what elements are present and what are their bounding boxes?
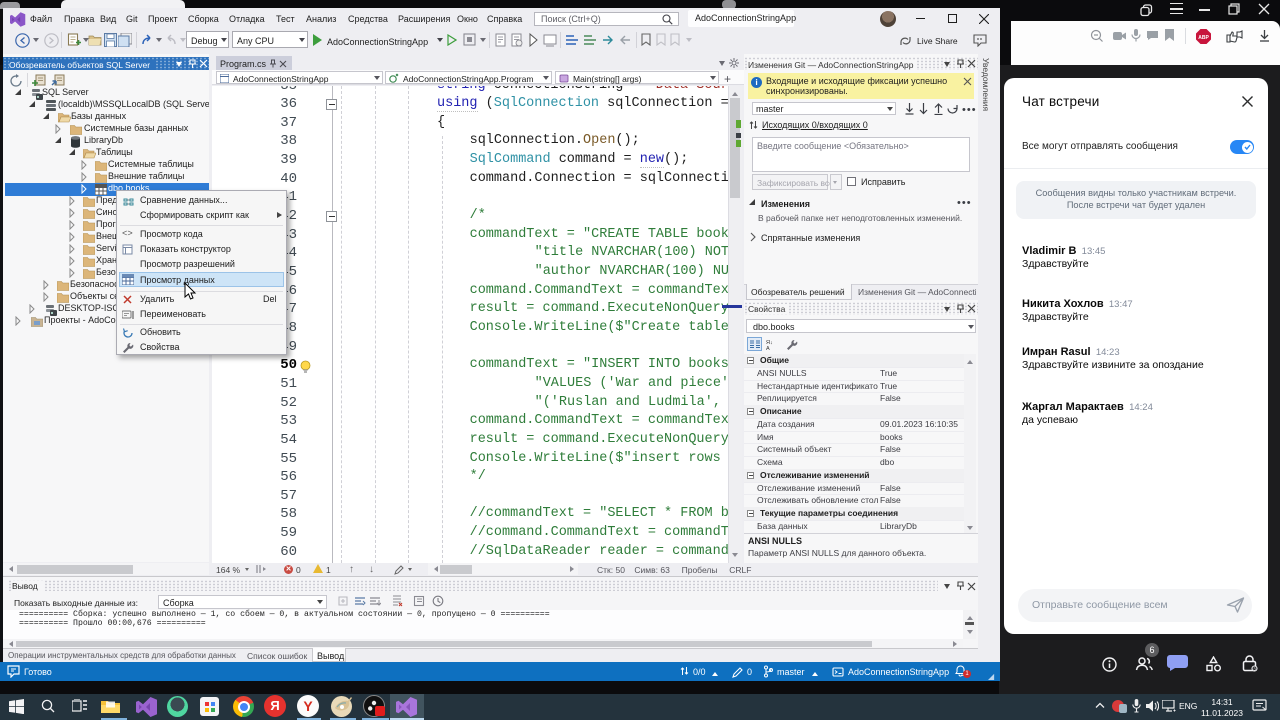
svg-text:А: А (766, 346, 770, 350)
svg-text:ABP: ABP (1198, 35, 1209, 41)
